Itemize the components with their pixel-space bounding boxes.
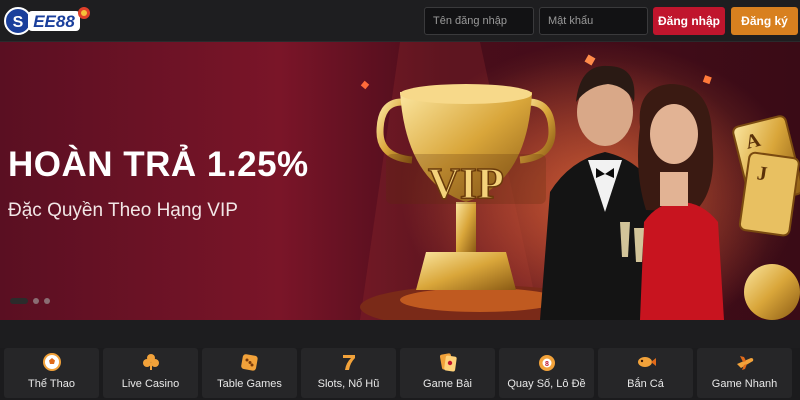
category-label: Table Games — [217, 378, 282, 390]
playing-card-icon — [440, 353, 457, 372]
carousel-indicators — [10, 298, 50, 304]
register-button[interactable]: Đăng ký — [731, 7, 798, 35]
category-bar: Thể Thao Live Casino Table Games Slots, … — [4, 348, 798, 398]
notice-strip — [0, 320, 800, 348]
category-ban-ca[interactable]: Bắn Cá — [598, 348, 693, 398]
soccer-ball-icon — [43, 353, 61, 371]
category-label: Thể Thao — [28, 378, 75, 390]
slot-seven-icon — [343, 355, 355, 370]
category-label: Bắn Cá — [627, 378, 664, 390]
password-input[interactable] — [539, 7, 648, 35]
top-header: S EE88 Đăng nhập Đăng ký — [0, 0, 800, 42]
category-label: Game Bài — [423, 378, 472, 390]
category-quay-so[interactable]: 8 Quay Số, Lô Đề — [499, 348, 594, 398]
category-game-bai[interactable]: Game Bài — [400, 348, 495, 398]
svg-text:EE88: EE88 — [33, 12, 75, 31]
category-live-casino[interactable]: Live Casino — [103, 348, 198, 398]
svg-text:VIP: VIP — [428, 159, 504, 208]
lottery-ball-icon: 8 — [539, 355, 555, 371]
svg-text:8: 8 — [545, 361, 549, 368]
category-game-nhanh[interactable]: Game Nhanh — [697, 348, 792, 398]
ee88-logo[interactable]: S EE88 — [4, 3, 92, 39]
svg-text:S: S — [13, 14, 24, 31]
banner-title: HOÀN TRẢ 1.25% — [8, 145, 309, 184]
category-table-games[interactable]: Table Games — [202, 348, 297, 398]
username-input[interactable] — [424, 7, 534, 35]
carousel-dot-3[interactable] — [44, 298, 50, 304]
club-card-icon — [143, 354, 159, 370]
banner-subtitle: Đặc Quyền Theo Hạng VIP — [8, 200, 238, 221]
dice-icon — [241, 354, 258, 371]
category-slots[interactable]: Slots, Nổ Hũ — [301, 348, 396, 398]
category-label: Game Nhanh — [711, 378, 778, 390]
carousel-dot-2[interactable] — [33, 298, 39, 304]
fish-icon — [638, 357, 656, 367]
category-label: Slots, Nổ Hũ — [317, 378, 380, 390]
carousel-dot-1[interactable] — [10, 298, 28, 304]
promo-banner[interactable]: VIP A J HOÀN TRẢ 1.25% Đặc Quyền Theo Hạ… — [0, 42, 800, 320]
category-label: Quay Số, Lô Đề — [507, 378, 586, 390]
category-label: Live Casino — [121, 378, 180, 390]
category-the-thao[interactable]: Thể Thao — [4, 348, 99, 398]
login-button[interactable]: Đăng nhập — [653, 7, 725, 35]
vip-promo-artwork: VIP A J — [360, 42, 800, 320]
rocket-plane-icon — [737, 356, 754, 370]
